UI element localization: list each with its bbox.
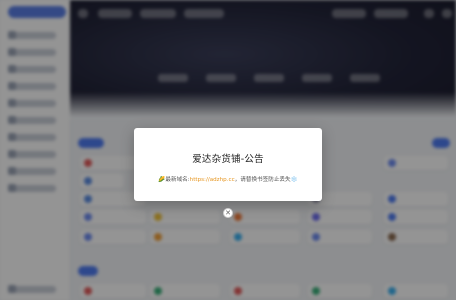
message-suffix: ，请替换书签防止丢失 xyxy=(234,177,291,183)
new-domain-link[interactable]: https://adzhp.cc xyxy=(190,177,235,183)
modal-message: 🌽最新域名:https://adzhp.cc，请替换书签防止丢失❄️ xyxy=(134,175,322,183)
announcement-modal: 爱达杂货铺-公告 🌽最新域名:https://adzhp.cc，请替换书签防止丢… xyxy=(134,128,322,201)
modal-title: 爱达杂货铺-公告 xyxy=(192,154,264,165)
snowflake-icon: ❄️ xyxy=(290,177,298,183)
close-icon[interactable]: ✕ xyxy=(223,208,233,218)
message-prefix: 最新域名: xyxy=(165,177,190,183)
